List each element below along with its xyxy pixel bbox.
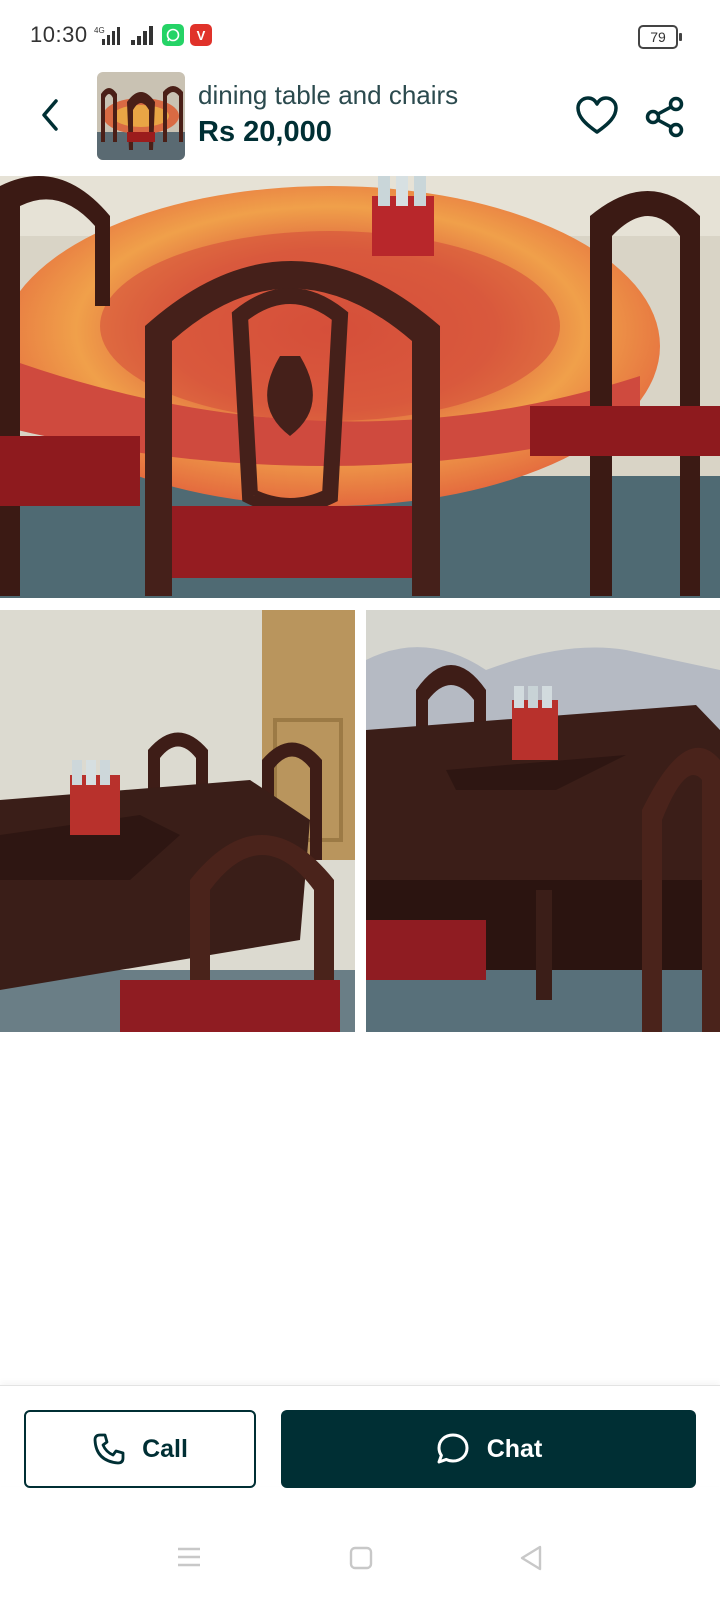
triangle-back-icon [520, 1545, 542, 1571]
chat-label: Chat [486, 1434, 543, 1463]
nav-menu-button[interactable] [176, 1546, 202, 1573]
dining-set-photo-3 [366, 610, 720, 1032]
square-home-icon [349, 1546, 373, 1570]
thumbnail-image [97, 72, 185, 160]
gallery-photo-main[interactable] [0, 176, 720, 598]
gallery-photo-right[interactable] [366, 610, 720, 1032]
chevron-left-icon [42, 99, 58, 131]
status-icons: 4G V [94, 24, 212, 46]
listing-price: Rs 20,000 [198, 116, 332, 148]
chat-button[interactable]: Chat [281, 1410, 696, 1488]
whatsapp-icon [162, 24, 184, 46]
battery-icon: 79 [638, 25, 682, 49]
call-button[interactable]: Call [24, 1410, 256, 1488]
app-badge-icon: V [190, 24, 212, 46]
heart-outline-icon [576, 96, 618, 134]
menu-icon [178, 1547, 200, 1567]
listing-thumbnail[interactable] [97, 72, 185, 160]
system-nav-bar [0, 1520, 720, 1600]
signal-bars-icon [131, 26, 153, 45]
share-icon [645, 96, 684, 138]
share-button[interactable] [642, 94, 688, 140]
phone-icon [93, 1433, 125, 1465]
status-time: 10:30 [30, 22, 88, 47]
favorite-button[interactable] [574, 94, 620, 140]
dining-set-photo-2 [0, 610, 355, 1032]
nav-back-button[interactable] [518, 1544, 544, 1577]
chat-bubble-icon [437, 1433, 469, 1464]
nav-home-button[interactable] [349, 1546, 373, 1575]
listing-header: dining table and chairs Rs 20,000 [0, 70, 720, 175]
dining-set-photo-1 [0, 176, 720, 598]
battery-level: 79 [650, 29, 666, 45]
listing-title: dining table and chairs [198, 80, 459, 110]
signal-4g-icon: 4G [94, 26, 120, 45]
network-label: 4G [94, 26, 105, 35]
status-bar: 10:30 4G V 79 [0, 0, 720, 70]
gallery-photo-left[interactable] [0, 610, 355, 1032]
call-label: Call [142, 1434, 188, 1463]
back-button[interactable] [30, 95, 70, 135]
contact-action-bar: Call Chat [0, 1385, 720, 1488]
